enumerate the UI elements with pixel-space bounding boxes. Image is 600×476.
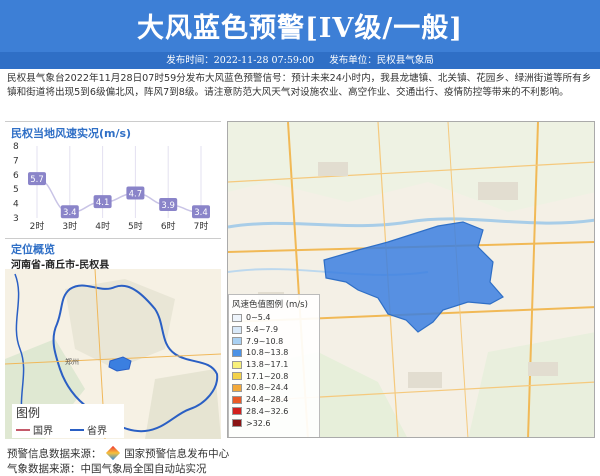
map-legend-title: 风速色值图例 (m/s): [232, 300, 308, 310]
x-tick-label: 5时: [128, 220, 143, 232]
meta-bar: 发布时间：2022-11-28 07:59:00 发布单位：民权县气象局: [0, 52, 600, 69]
data-label-text: 5.7: [30, 175, 44, 185]
data-label: 3.4: [60, 205, 79, 219]
x-tick-label: 2时: [30, 220, 45, 232]
legend-label: 5.4~7.9: [246, 325, 279, 335]
y-tick-label: 7: [13, 156, 19, 166]
data-label-text: 4.1: [96, 198, 110, 208]
legend-label: 17.1~20.8: [246, 371, 289, 381]
data-label: 5.7: [28, 172, 46, 186]
data-label-text: 3.4: [194, 208, 208, 218]
legend-row: 13.8~17.1: [232, 359, 316, 371]
legend-label: 10.8~13.8: [246, 348, 289, 358]
x-tick-label: 6时: [161, 220, 176, 232]
data-label-text: 4.7: [129, 190, 143, 200]
data-label: 3.9: [159, 198, 178, 212]
warning-title: 大风蓝色预警[IV级/一般]: [137, 13, 463, 44]
publish-unit: 发布单位：民权县气象局: [329, 55, 434, 66]
legend-swatch: [232, 348, 242, 357]
legend-row: 10.8~13.8: [232, 347, 316, 359]
x-tick-label: 7时: [194, 220, 209, 232]
province-border-swatch: [70, 428, 84, 431]
legend-swatch: [232, 419, 242, 428]
y-tick-label: 6: [13, 171, 19, 181]
legend-swatch: [232, 337, 242, 346]
legend-swatch: [232, 383, 242, 392]
data-label-text: 3.9: [161, 201, 175, 211]
map-legend: 风速色值图例 (m/s) 0~5.4 5.4~7.9 7.9~10.8 10.8…: [228, 294, 320, 437]
legend-label: 28.4~32.6: [246, 406, 289, 416]
legend-label: 7.9~10.8: [246, 336, 284, 346]
source-label: 预警信息数据来源：: [7, 448, 102, 460]
footer-source: 预警信息数据来源： 国家预警信息发布中心: [7, 445, 229, 461]
y-tick-label: 8: [13, 142, 19, 152]
legend-swatch: [232, 372, 242, 381]
province-border-label: 省界: [87, 426, 107, 437]
national-border-swatch: [16, 428, 30, 431]
national-border-label: 国界: [33, 426, 53, 437]
y-tick-label: 3: [13, 214, 19, 224]
warning-description: 民权县气象台2022年11月28日07时59分发布大风蓝色预警信号：预计未来24…: [7, 73, 592, 98]
data-label-text: 3.4: [63, 208, 77, 218]
data-label: 3.4: [192, 205, 210, 219]
legend-label: 0~5.4: [246, 313, 271, 323]
legend-row: 17.1~20.8: [232, 370, 316, 382]
legend-row: 20.8~24.4: [232, 382, 316, 394]
zhengzhou-label: 郑州: [65, 358, 79, 366]
warning-banner: 大风蓝色预警[IV级/一般]: [0, 0, 600, 52]
legend-row: >32.6: [232, 417, 316, 429]
legend-row: 24.4~28.4: [232, 394, 316, 406]
legend-swatch: [232, 360, 242, 369]
data-label: 4.7: [126, 186, 145, 200]
legend-swatch: [232, 313, 242, 322]
wind-speed-panel: 民权当地风速实况(m/s) 8 7 6 5 4 3 5.7 3.4 4.1 4.7 3.9 3.4 2时…: [5, 121, 221, 235]
legend-label: 24.4~28.4: [246, 395, 289, 405]
y-tick-label: 4: [13, 200, 19, 210]
legend-row: 5.4~7.9: [232, 324, 316, 336]
legend-row: 28.4~32.6: [232, 406, 316, 418]
legend-label: >32.6: [246, 418, 271, 428]
x-tick-label: 3时: [62, 220, 77, 232]
source-logo-icon: [105, 445, 120, 461]
legend-row: 0~5.4: [232, 312, 316, 324]
wind-speed-chart: 8 7 6 5 4 3 5.7 3.4 4.1 4.7 3.9 3.4 2时 3时 4时 5时 6时 7时: [13, 142, 210, 232]
legend-swatch: [232, 407, 242, 416]
legend-row: 7.9~10.8: [232, 335, 316, 347]
mini-legend: 图例 国界 省界: [12, 404, 124, 438]
legend-swatch: [232, 395, 242, 404]
main-map[interactable]: 风速色值图例 (m/s) 0~5.4 5.4~7.9 7.9~10.8 10.8…: [227, 121, 595, 438]
location-title: 定位概览: [11, 243, 55, 256]
legend-label: 20.8~24.4: [246, 383, 289, 393]
legend-label: 13.8~17.1: [246, 360, 289, 370]
x-tick-label: 4时: [95, 220, 110, 232]
data-label: 4.1: [93, 195, 112, 209]
y-tick-label: 5: [13, 185, 19, 195]
footer-data-source: 气象数据来源：中国气象局全国自动站实况: [7, 463, 207, 475]
legend-swatch: [232, 325, 242, 334]
publish-time: 发布时间：2022-11-28 07:59:00: [166, 55, 315, 66]
mini-legend-title: 图例: [16, 406, 41, 420]
source-name[interactable]: 国家预警信息发布中心: [124, 448, 229, 460]
